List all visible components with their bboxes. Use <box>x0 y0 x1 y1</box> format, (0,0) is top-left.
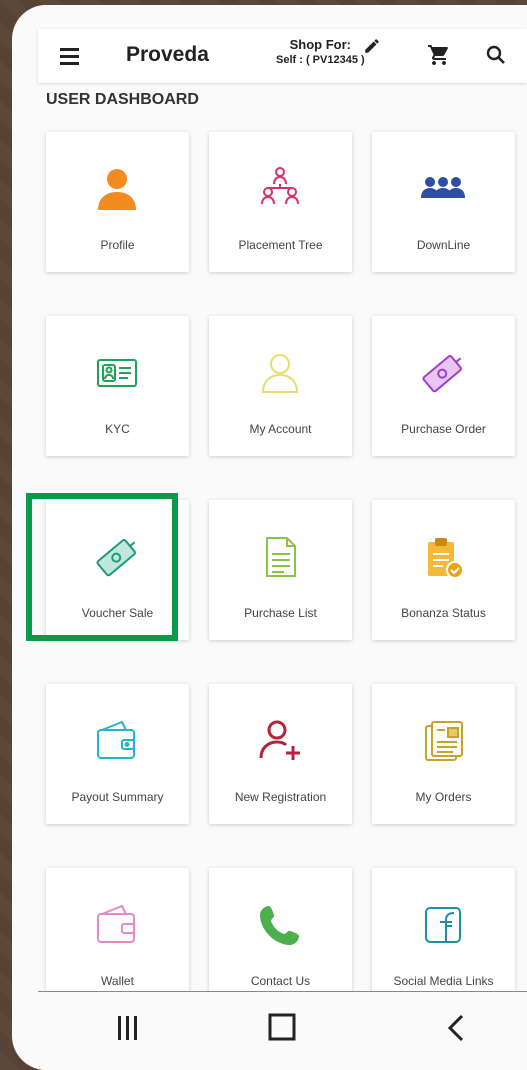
tile-label: Contact Us <box>250 974 311 988</box>
tile-bonanza-status[interactable]: Bonanza Status <box>372 500 515 640</box>
tile-my-orders[interactable]: My Orders <box>372 684 515 824</box>
tile-social-media-links[interactable]: Social Media Links <box>372 868 515 1008</box>
facebook-icon <box>425 907 461 943</box>
tile-label: Bonanza Status <box>401 606 486 620</box>
tile-profile[interactable]: Profile <box>46 132 189 272</box>
back-icon[interactable] <box>438 1010 478 1046</box>
profile-icon <box>98 169 136 210</box>
pencil-icon[interactable] <box>363 37 381 55</box>
tile-my-account[interactable]: My Account <box>209 316 352 456</box>
tile-purchase-list[interactable]: Purchase List <box>209 500 352 640</box>
tile-label: Wallet <box>101 974 134 988</box>
tile-kyc[interactable]: KYC <box>46 316 189 456</box>
tile-contact-us[interactable]: Contact Us <box>209 868 352 1008</box>
tile-label: My Account <box>249 422 312 436</box>
shop-for-value: Self : ( PV12345 ) <box>276 54 365 66</box>
recent-apps-icon[interactable] <box>108 1010 148 1046</box>
dashboard-title: USER DASHBOARD <box>46 91 199 108</box>
placement-tree-icon <box>261 167 299 205</box>
shop-for-selector[interactable]: Shop For: Self : ( PV12345 ) <box>276 37 365 66</box>
cart-icon[interactable] <box>426 43 452 67</box>
shop-for-label: Shop For: <box>289 37 352 52</box>
search-icon[interactable] <box>484 43 508 67</box>
android-nav-bar <box>38 991 527 1070</box>
tile-voucher-sale[interactable]: Voucher Sale <box>46 500 189 640</box>
tile-label: Payout Summary <box>71 790 164 804</box>
tile-label: Placement Tree <box>238 238 323 252</box>
phone-screen: Proveda Shop For: Self : ( PV12345 ) USE… <box>12 5 527 1070</box>
tile-new-registration[interactable]: New Registration <box>209 684 352 824</box>
tile-downline[interactable]: DownLine <box>372 132 515 272</box>
tile-payout-summary[interactable]: Payout Summary <box>46 684 189 824</box>
voucher-sale-icon <box>96 538 136 577</box>
tile-placement-tree[interactable]: Placement Tree <box>209 132 352 272</box>
my-orders-icon <box>425 721 463 761</box>
tile-label: Voucher Sale <box>81 606 154 620</box>
tile-label: Social Media Links <box>393 974 494 988</box>
new-registration-icon <box>259 720 300 760</box>
payout-summary-icon <box>97 720 135 759</box>
home-icon[interactable] <box>262 1010 302 1046</box>
tile-wallet[interactable]: Wallet <box>46 868 189 1008</box>
bonanza-status-icon <box>428 538 464 579</box>
purchase-order-icon <box>422 354 462 393</box>
downline-icon <box>421 177 465 198</box>
my-account-icon <box>261 354 299 393</box>
kyc-icon <box>97 359 137 387</box>
tile-label: Purchase List <box>244 606 317 620</box>
tile-label: Purchase Order <box>401 422 486 436</box>
phone-icon <box>260 906 299 945</box>
app-toolbar: Proveda Shop For: Self : ( PV12345 ) <box>38 29 527 83</box>
tile-label: Profile <box>100 238 135 252</box>
tile-purchase-order[interactable]: Purchase Order <box>372 316 515 456</box>
tile-label: New Registration <box>234 790 327 804</box>
tile-label: My Orders <box>415 790 472 804</box>
tile-label: DownLine <box>416 238 471 252</box>
wallet-icon <box>97 904 135 943</box>
purchase-list-icon <box>266 537 296 577</box>
tile-label: KYC <box>105 422 130 436</box>
app-brand: Proveda <box>126 43 209 66</box>
hamburger-menu-icon[interactable] <box>58 46 84 66</box>
